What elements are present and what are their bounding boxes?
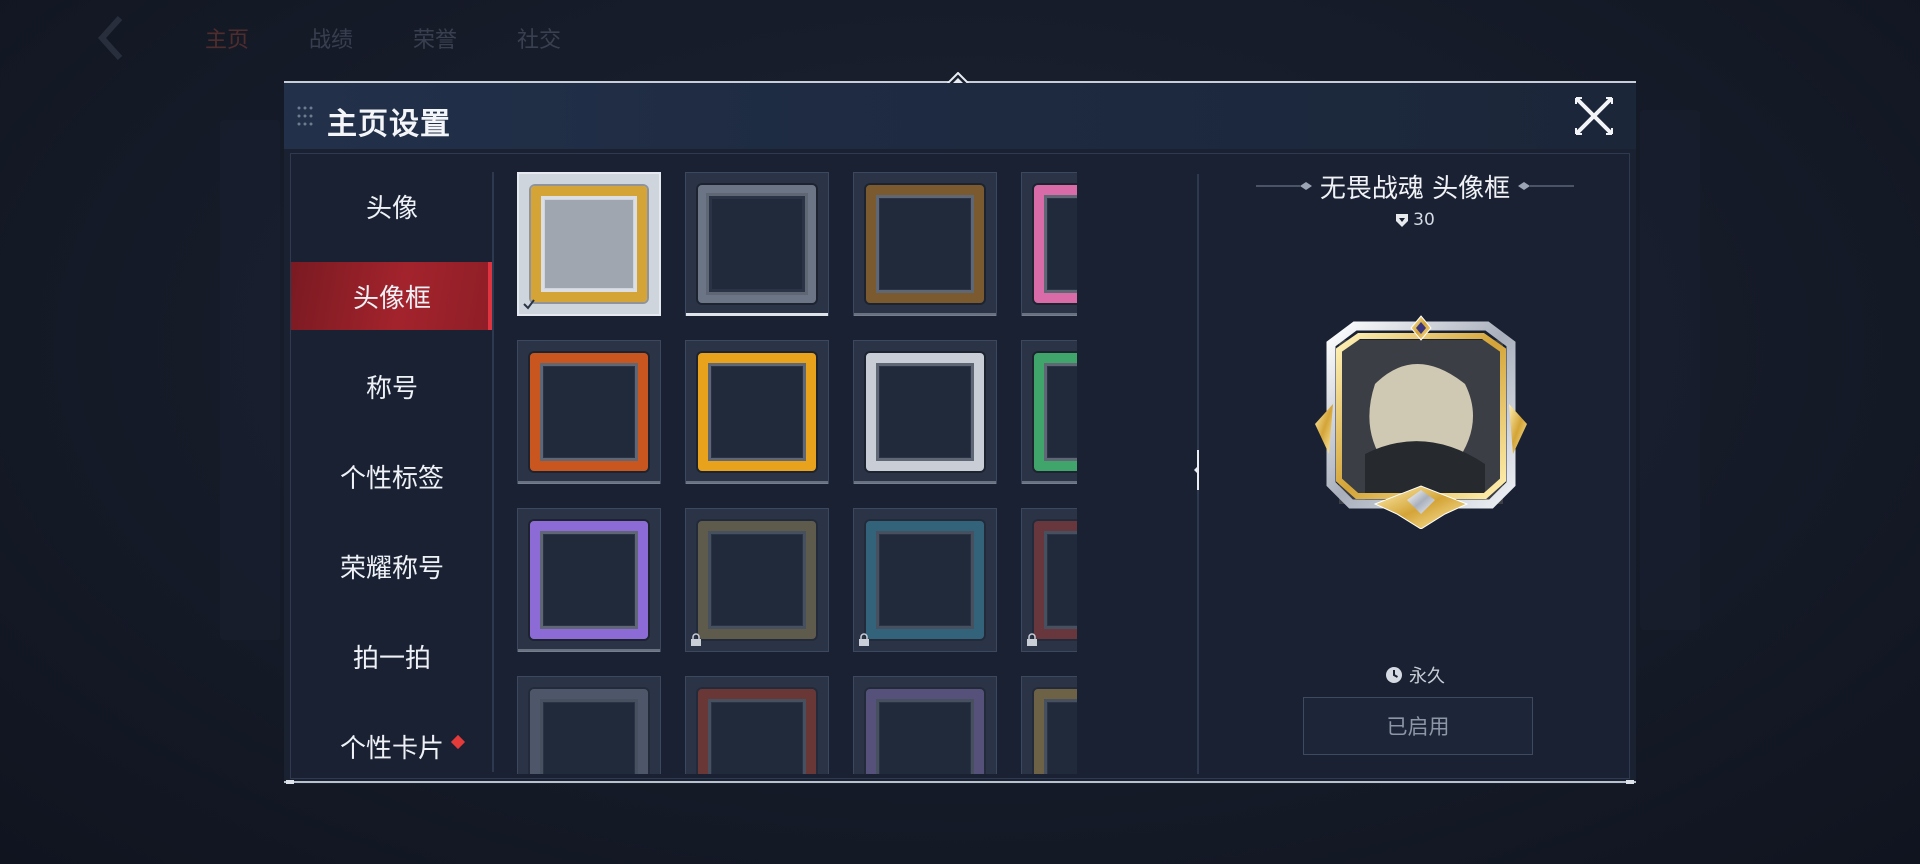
lantern-festival-frame-icon bbox=[530, 353, 648, 471]
frame-cell[interactable] bbox=[853, 676, 997, 774]
owned-underline bbox=[686, 481, 828, 484]
corner-mark bbox=[1626, 780, 1634, 784]
nav-item-label: 荣耀称号 bbox=[339, 553, 444, 584]
frame-preview bbox=[1315, 315, 1527, 529]
lock-icon bbox=[691, 633, 701, 646]
frame-cell[interactable] bbox=[517, 172, 661, 316]
silver-green-gem-frame-icon bbox=[1034, 353, 1077, 471]
nav-item-avatar[interactable]: 头像 bbox=[291, 172, 493, 240]
crimson-ornate-frame-icon bbox=[698, 689, 816, 774]
bg-tab: 战绩 bbox=[309, 28, 354, 53]
red-bronze-frame-icon bbox=[1034, 521, 1077, 639]
title-ornament-right-icon bbox=[1518, 182, 1574, 190]
purple-gem-frame-icon bbox=[530, 521, 648, 639]
settings-panel: 头像 头像框 称号 个性标签 荣耀称号 拍一拍 个性卡片 无畏战魂 头像框 30 bbox=[290, 153, 1630, 779]
owned-underline bbox=[518, 649, 660, 652]
gold-crown-frame-icon bbox=[531, 186, 647, 302]
nav-item-personal-card[interactable]: 个性卡片 bbox=[291, 712, 493, 778]
nav-item-honor-title[interactable]: 荣耀称号 bbox=[291, 532, 493, 600]
frame-cell[interactable] bbox=[517, 508, 661, 652]
owned-underline bbox=[854, 313, 996, 316]
nav-item-avatar-frame[interactable]: 头像框 bbox=[291, 262, 493, 330]
frame-cell[interactable] bbox=[853, 172, 997, 316]
wood-vine-frame-icon bbox=[866, 185, 984, 303]
bg-tab: 荣誉 bbox=[413, 28, 458, 53]
frame-cell[interactable] bbox=[685, 172, 829, 316]
frame-cell[interactable] bbox=[1021, 172, 1077, 316]
lock-icon bbox=[859, 633, 869, 646]
duration-value: 永久 bbox=[1409, 666, 1445, 687]
lock-icon bbox=[1027, 633, 1037, 646]
modal-bottom-border bbox=[284, 781, 1636, 783]
nav-item-label: 称号 bbox=[365, 373, 418, 404]
owned-underline bbox=[1022, 313, 1077, 316]
settings-nav: 头像 头像框 称号 个性标签 荣耀称号 拍一拍 个性卡片 bbox=[291, 154, 493, 778]
backdrop-block bbox=[220, 120, 280, 640]
nav-item-label: 个性标签 bbox=[339, 463, 444, 494]
nav-item-pat[interactable]: 拍一拍 bbox=[291, 622, 493, 690]
owned-underline bbox=[518, 481, 660, 484]
nav-divider bbox=[492, 172, 494, 772]
scroll-ink-frame-icon bbox=[698, 521, 816, 639]
modal-title: 主页设置 bbox=[327, 107, 451, 142]
frame-cell[interactable] bbox=[517, 340, 661, 484]
drag-grip-icon[interactable] bbox=[296, 105, 314, 127]
score-value: 30 bbox=[1413, 210, 1435, 230]
frame-duration: 永久 bbox=[1201, 662, 1629, 688]
nav-item-label: 拍一拍 bbox=[352, 643, 431, 674]
frame-detail: 无畏战魂 头像框 30 永久 已启用 bbox=[1201, 154, 1629, 778]
golden-lantern-frame-icon bbox=[1034, 689, 1077, 774]
frame-cell[interactable] bbox=[1021, 340, 1077, 484]
nav-item-title[interactable]: 称号 bbox=[291, 352, 493, 420]
frame-cell[interactable] bbox=[685, 676, 829, 774]
corner-mark bbox=[286, 780, 294, 784]
frame-cell[interactable] bbox=[1021, 508, 1077, 652]
frame-grid bbox=[517, 172, 1077, 774]
silver-curtain-frame-icon bbox=[530, 689, 648, 774]
violet-drape-frame-icon bbox=[866, 689, 984, 774]
check-icon bbox=[523, 299, 535, 310]
frame-cell[interactable] bbox=[685, 508, 829, 652]
close-icon[interactable] bbox=[1572, 94, 1616, 138]
frame-cell[interactable] bbox=[853, 508, 997, 652]
bg-tab: 社交 bbox=[517, 28, 562, 53]
frame-score: 30 bbox=[1201, 210, 1629, 230]
wave-dragon-frame-icon bbox=[866, 521, 984, 639]
nav-item-label: 头像框 bbox=[352, 283, 431, 314]
frame-cell[interactable] bbox=[517, 676, 661, 774]
nav-item-label: 个性卡片 bbox=[339, 733, 444, 764]
frame-cell[interactable] bbox=[685, 340, 829, 484]
frame-cell[interactable] bbox=[853, 340, 997, 484]
nav-item-personal-tag[interactable]: 个性标签 bbox=[291, 442, 493, 510]
modal-header: 主页设置 bbox=[284, 83, 1636, 149]
owned-underline bbox=[686, 313, 828, 316]
fire-2026-frame-icon bbox=[698, 353, 816, 471]
homepage-settings-modal: 主页设置 头像 头像框 称号 个性标签 荣耀称号 拍一拍 个性卡片 无畏战魂 头… bbox=[284, 72, 1636, 784]
backdrop-block bbox=[1640, 110, 1700, 630]
nav-item-label: 头像 bbox=[365, 193, 418, 224]
background-tabs: 主页 战绩 荣誉 社交 bbox=[95, 22, 561, 54]
enabled-button[interactable]: 已启用 bbox=[1303, 697, 1533, 755]
silver-red-gem-frame-icon bbox=[866, 353, 984, 471]
bg-tab: 主页 bbox=[205, 28, 250, 53]
owned-underline bbox=[854, 481, 996, 484]
shield-icon bbox=[1396, 213, 1409, 227]
clock-icon bbox=[1386, 667, 1402, 683]
default-frame-icon bbox=[698, 185, 816, 303]
flower-butterfly-frame-icon bbox=[1034, 185, 1077, 303]
frame-cell[interactable] bbox=[1021, 676, 1077, 774]
owned-underline bbox=[1022, 481, 1077, 484]
